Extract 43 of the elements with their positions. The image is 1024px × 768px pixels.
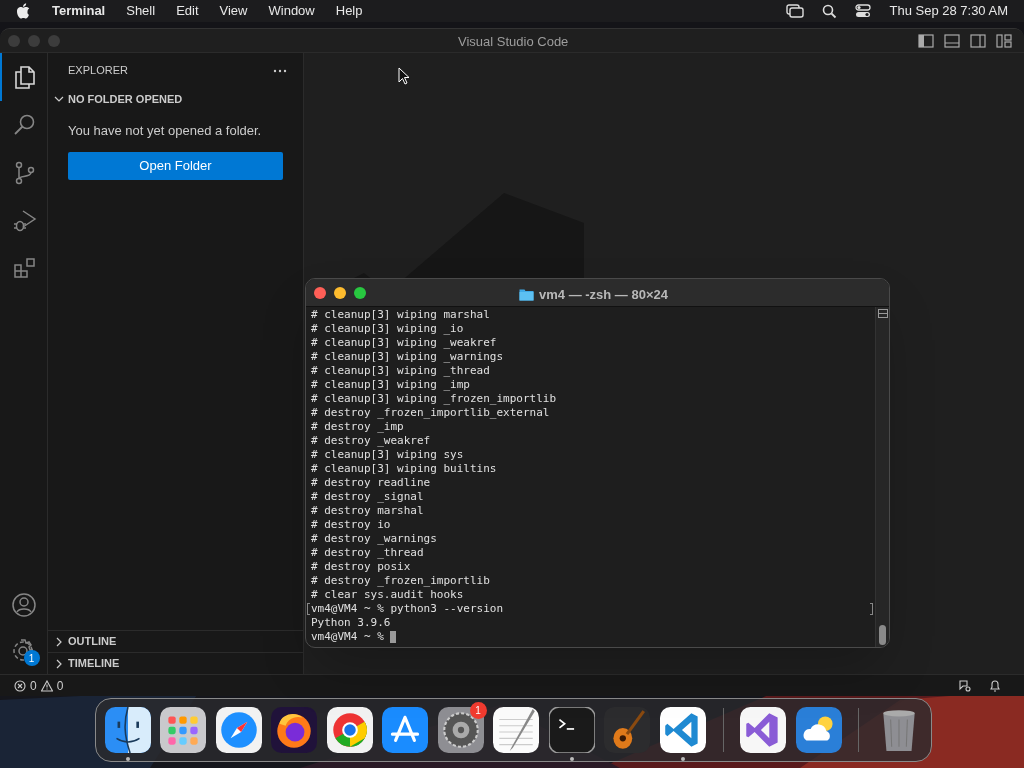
open-folder-button[interactable]: Open Folder xyxy=(68,151,283,180)
terminal-line: vm4@VM4 ~ % xyxy=(311,630,385,644)
terminal-line: # cleanup[3] wiping _io xyxy=(311,322,464,336)
terminal-line: # cleanup[3] wiping _weakref xyxy=(311,336,497,350)
notification-badge: 1 xyxy=(23,650,40,666)
error-count: 0 xyxy=(30,677,37,695)
window-title: vm4 — -zsh — 80×24 xyxy=(539,286,668,304)
window-title: Visual Studio Code xyxy=(458,33,569,51)
terminal-line: # cleanup[3] wiping builtins xyxy=(311,462,497,476)
app-menu[interactable]: Terminal xyxy=(52,1,106,21)
terminal-line: vm4@VM4 ~ % python3 --version xyxy=(311,602,504,616)
menu-item[interactable]: Window xyxy=(268,1,315,21)
sidebar-title: EXPLORER xyxy=(68,63,128,79)
terminal-line: # destroy posix xyxy=(311,560,411,574)
terminal-line: # cleanup[3] wiping _warnings xyxy=(311,350,504,364)
terminal-line: Python 3.9.6 xyxy=(311,616,391,630)
terminal-line: # destroy _weakref xyxy=(311,434,431,448)
menu-item[interactable]: Shell xyxy=(126,1,156,21)
warning-count: 0 xyxy=(56,677,64,695)
panel-header[interactable]: OUTLINE xyxy=(68,633,117,650)
terminal-line: # destroy _frozen_importlib_external xyxy=(311,406,550,420)
terminal-line: # cleanup[3] wiping _thread xyxy=(311,364,490,378)
terminal-line: # destroy _imp xyxy=(311,420,404,434)
terminal-line: # cleanup[3] wiping sys xyxy=(311,448,464,462)
terminal-line: # destroy _frozen_importlib xyxy=(311,574,490,588)
terminal-line: # destroy readline xyxy=(311,476,431,490)
panel-header[interactable]: TIMELINE xyxy=(68,655,120,672)
terminal-line: # destroy marshal xyxy=(311,504,424,518)
terminal-line: # cleanup[3] wiping _frozen_importlib xyxy=(311,392,557,406)
problems-button[interactable]: 0 0 xyxy=(14,676,64,695)
section-header[interactable]: NO FOLDER OPENED xyxy=(68,90,183,108)
terminal-line: # clear sys.audit hooks xyxy=(311,588,464,602)
terminal-line: # destroy io xyxy=(311,518,391,532)
empty-folder-message: You have not yet opened a folder. xyxy=(68,122,263,140)
terminal-line: # cleanup[3] wiping _imp xyxy=(311,378,470,392)
terminal-line: # destroy _thread xyxy=(311,546,424,560)
menu-item[interactable]: Edit xyxy=(176,1,199,21)
terminal-line: # destroy _warnings xyxy=(311,532,437,546)
terminal-line: # destroy _signal xyxy=(311,490,424,504)
menu-clock[interactable]: Thu Sep 28 7:30 AM xyxy=(889,1,1008,21)
menu-item[interactable]: View xyxy=(219,1,248,21)
menu-item[interactable]: Help xyxy=(335,1,363,21)
terminal-line: # cleanup[3] wiping marshal xyxy=(311,308,490,322)
